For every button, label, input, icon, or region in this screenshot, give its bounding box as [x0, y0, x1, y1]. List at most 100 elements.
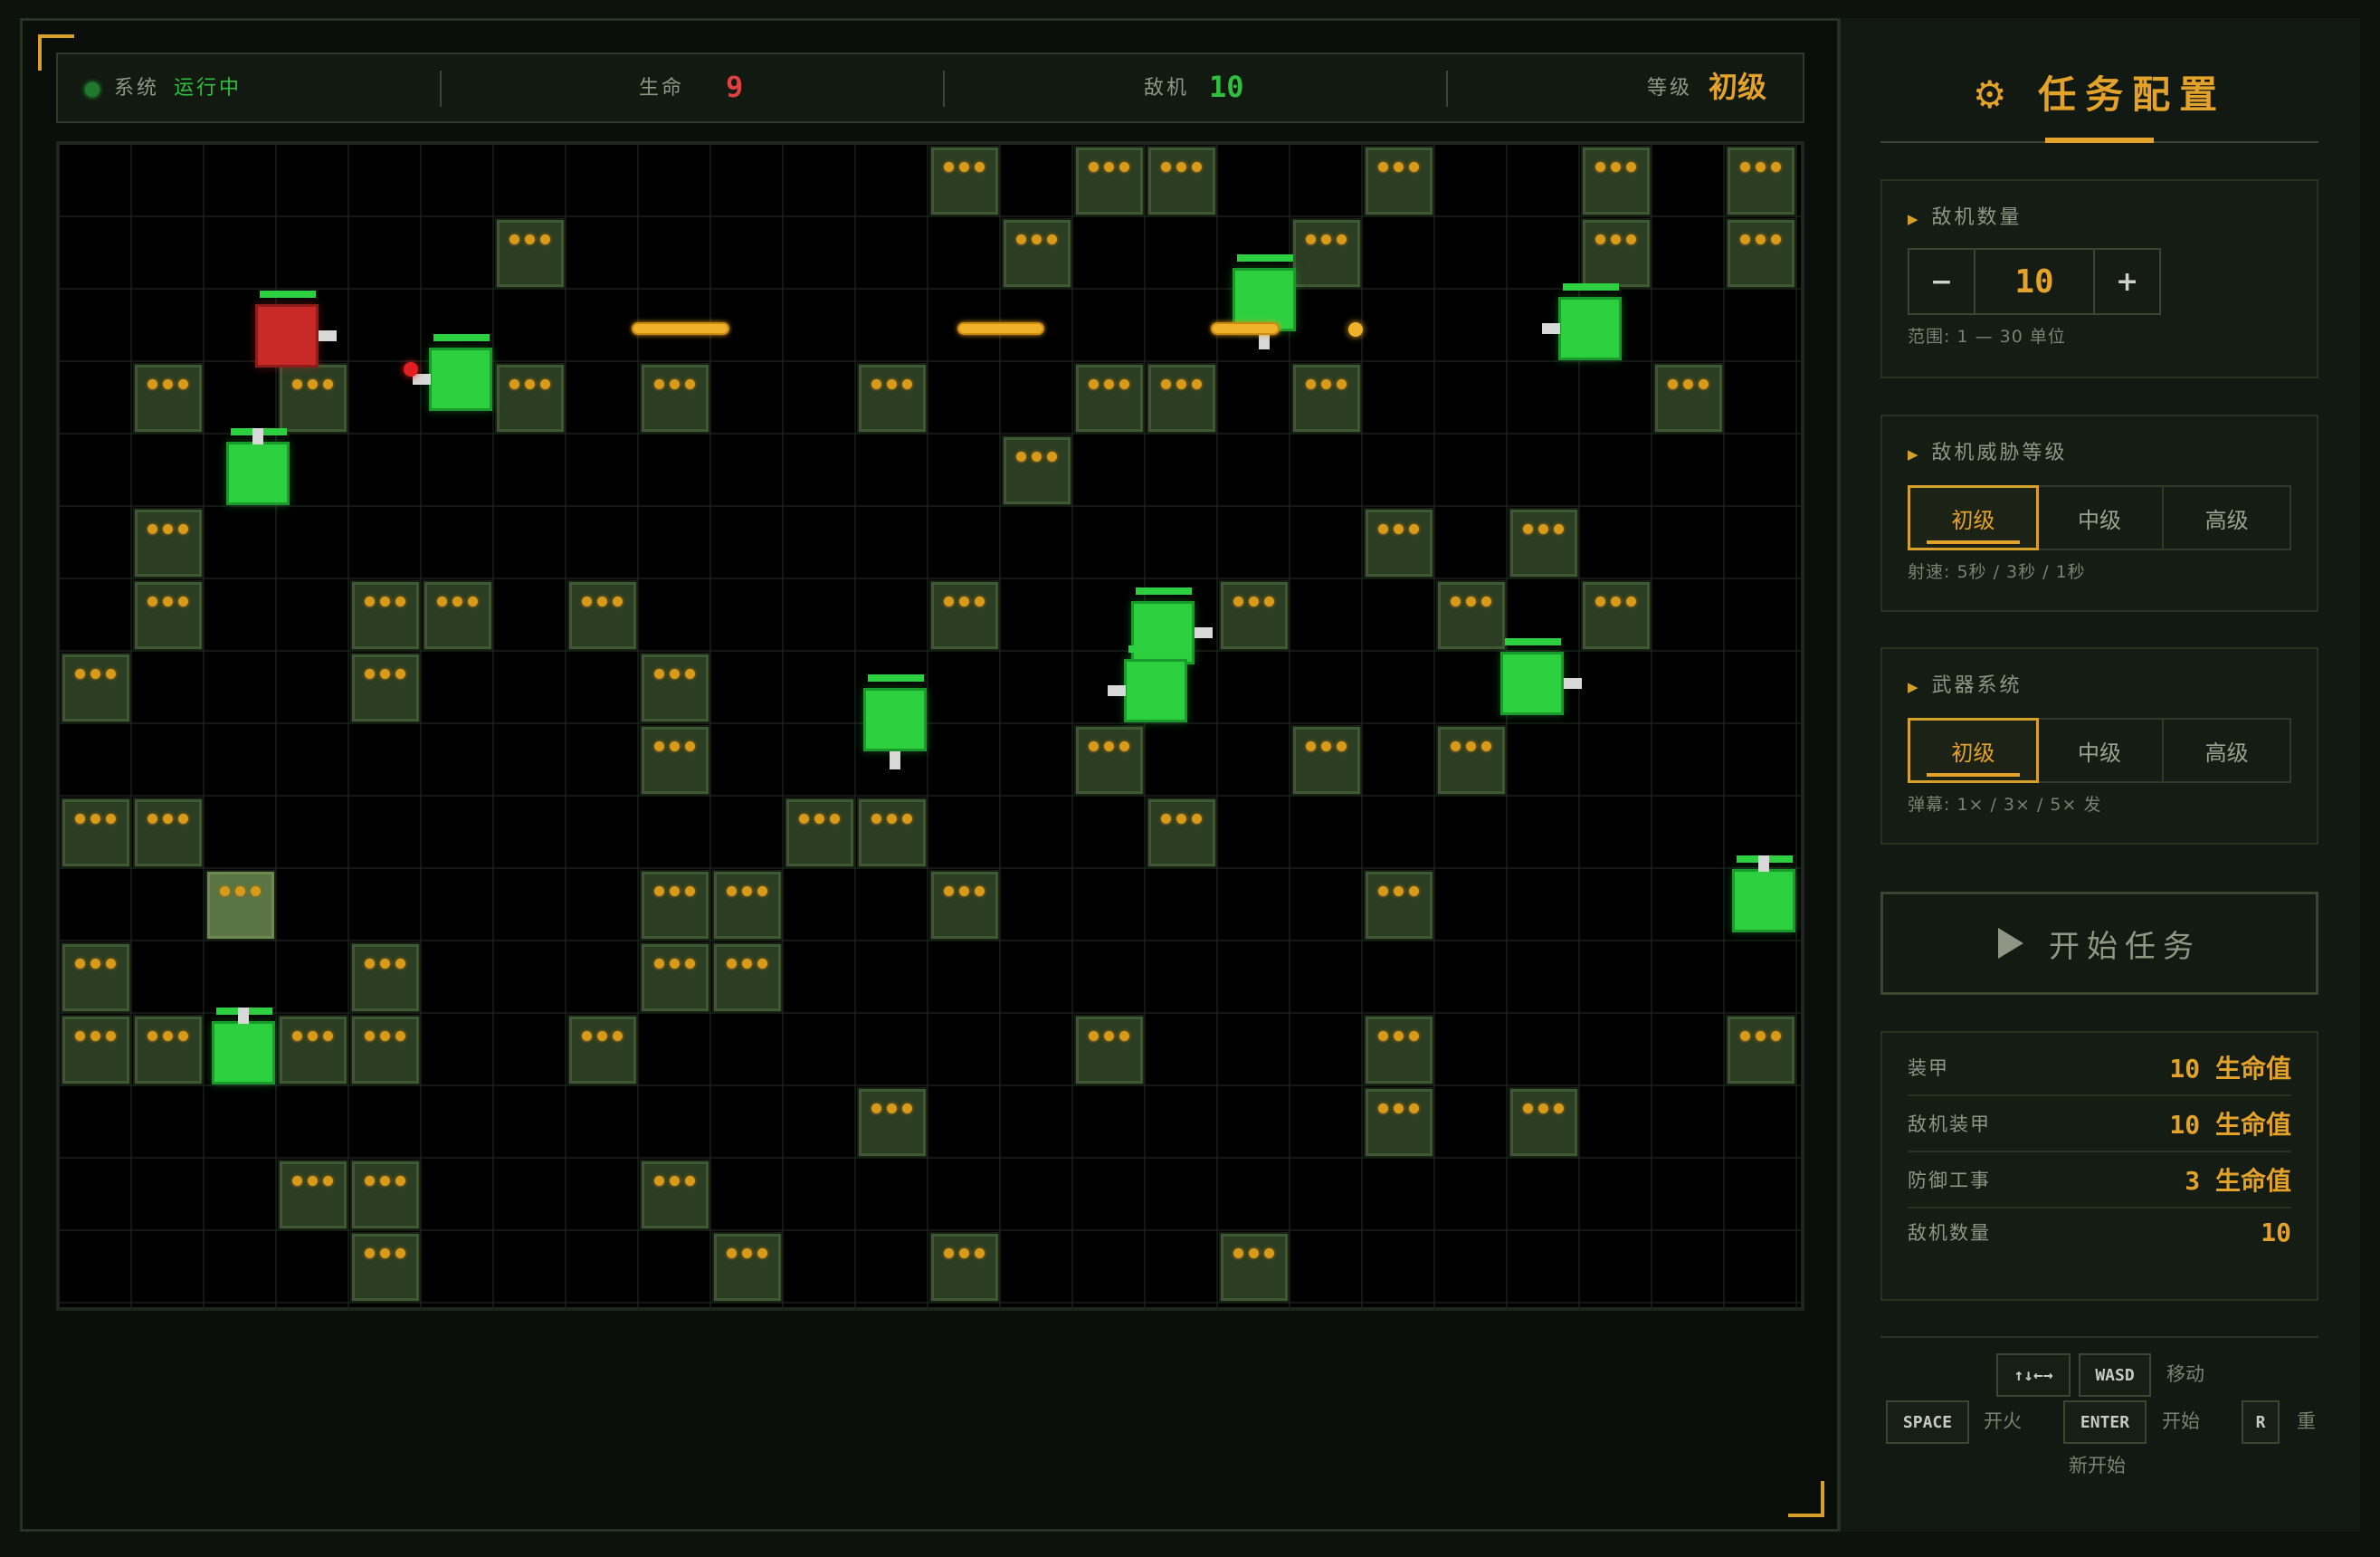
threat-level-selector[interactable]: 初级 中级 高级	[1908, 485, 2291, 550]
rivet-dots	[654, 959, 695, 969]
weapon-option-advanced[interactable]: 高级	[2164, 720, 2290, 781]
brick-wall	[61, 1015, 131, 1085]
tank-health-bar	[868, 674, 924, 682]
rivet-dots	[1233, 597, 1274, 607]
brick-wall	[1364, 1087, 1434, 1158]
rivet-dots	[1378, 1103, 1419, 1113]
system-status-indicator	[85, 82, 100, 97]
rivet-dots	[148, 524, 188, 534]
rivet-dots	[1378, 524, 1419, 534]
rivet-dots	[75, 669, 116, 679]
tank-barrel	[413, 374, 431, 385]
brick-wall	[350, 1232, 421, 1303]
rivet-dots	[944, 886, 985, 896]
brick-wall	[1002, 218, 1072, 289]
tank-health-bar	[1563, 283, 1619, 291]
panel-title: ⚙ 任务配置	[1972, 72, 2227, 117]
threat-option-intermediate[interactable]: 中级	[2037, 487, 2165, 549]
enemies-value: 10	[1209, 70, 1244, 104]
level-value: 初级	[1709, 70, 1767, 104]
brick-wall	[350, 653, 421, 723]
rivet-dots	[365, 959, 405, 969]
controls-divider	[1880, 1336, 2318, 1338]
weapon-level-selector[interactable]: 初级 中级 高级	[1908, 718, 2291, 783]
triangle-icon: ▶	[1908, 446, 1921, 463]
brick-wall	[1653, 363, 1724, 434]
enemy-count-stepper[interactable]: − 10 +	[1908, 248, 2161, 315]
rivet-dots	[1089, 741, 1129, 751]
brick-wall	[423, 580, 493, 651]
restart-label-continued: 新开始	[2069, 1455, 2126, 1476]
tank-health-bar	[1505, 638, 1561, 645]
stat-value: 3 生命值	[2185, 1166, 2291, 1196]
fire-rate-hint: 射速: 5秒 / 3秒 / 1秒	[1908, 562, 2086, 582]
brick-wall	[1074, 363, 1145, 434]
rivet-dots	[1523, 524, 1564, 534]
rivet-dots	[727, 1248, 767, 1258]
brick-wall	[1581, 580, 1652, 651]
rivet-dots	[1016, 234, 1057, 244]
rivet-dots	[1016, 452, 1057, 462]
stat-value: 10	[2261, 1217, 2291, 1247]
brick-wall	[1074, 725, 1145, 796]
stat-row-enemy-count: 敌机数量 10	[1908, 1205, 2291, 1259]
brick-wall	[1219, 580, 1290, 651]
rivet-dots	[944, 162, 985, 172]
brick-wall	[350, 942, 421, 1013]
increment-button[interactable]: +	[2095, 250, 2159, 313]
brick-wall	[1147, 146, 1217, 216]
threat-option-beginner[interactable]: 初级	[1908, 485, 2039, 550]
stat-row-armor: 装甲 10 生命值	[1908, 1040, 2291, 1096]
rivet-dots	[1089, 1031, 1129, 1041]
brick-wall	[133, 363, 204, 434]
rivet-dots	[654, 741, 695, 751]
rivet-dots	[1595, 597, 1636, 607]
rivet-dots	[365, 669, 405, 679]
brick-wall	[1074, 1015, 1145, 1085]
damaged-brick-wall	[205, 870, 276, 941]
enemy-bullet-stream	[1211, 322, 1280, 335]
brick-wall	[1291, 218, 1362, 289]
enemy-tank	[1108, 645, 1187, 722]
weapon-option-beginner[interactable]: 初级	[1908, 718, 2039, 783]
system-label: 系统	[114, 77, 160, 100]
triangle-icon: ▶	[1908, 679, 1921, 695]
enemy-count-label: ▶ 敌机数量	[1908, 206, 2023, 229]
frame-corner	[1788, 1481, 1824, 1517]
start-mission-button[interactable]: 开始任务	[1880, 892, 2318, 995]
game-board[interactable]	[56, 141, 1804, 1311]
divider	[943, 71, 945, 107]
rivet-dots	[365, 1031, 405, 1041]
count-range-hint: 范围: 1 — 30 单位	[1908, 327, 2066, 347]
play-icon	[1998, 928, 2023, 959]
rivet-dots	[1233, 1248, 1274, 1258]
tank-barrel	[1108, 685, 1126, 696]
rivet-dots	[944, 1248, 985, 1258]
bullet	[404, 362, 418, 377]
weapon-system-card: ▶ 武器系统 初级 中级 高级 弹幕: 1× / 3× / 5× 发	[1880, 647, 2318, 845]
space-key: SPACE	[1886, 1400, 1969, 1444]
stat-label: 敌机数量	[1908, 1222, 1991, 1244]
tank-health-bar	[1136, 587, 1192, 595]
rivet-dots	[1378, 162, 1419, 172]
brick-wall	[712, 870, 783, 941]
rivet-dots	[509, 234, 550, 244]
brick-wall	[712, 942, 783, 1013]
rivet-dots	[582, 597, 623, 607]
rivet-dots	[1306, 741, 1347, 751]
rivet-dots	[654, 1176, 695, 1186]
rivet-dots	[1378, 886, 1419, 896]
brick-wall	[567, 1015, 638, 1085]
rivet-dots	[1740, 1031, 1781, 1041]
rivet-dots	[871, 1103, 912, 1113]
brick-wall	[61, 798, 131, 868]
brick-wall	[1219, 1232, 1290, 1303]
rivet-dots	[871, 814, 912, 824]
brick-wall	[278, 1015, 348, 1085]
weapon-option-intermediate[interactable]: 中级	[2037, 720, 2165, 781]
rivet-dots	[148, 379, 188, 389]
decrement-button[interactable]: −	[1909, 250, 1974, 313]
threat-option-advanced[interactable]: 高级	[2164, 487, 2290, 549]
brick-wall	[278, 1160, 348, 1230]
tank-barrel	[252, 428, 263, 444]
